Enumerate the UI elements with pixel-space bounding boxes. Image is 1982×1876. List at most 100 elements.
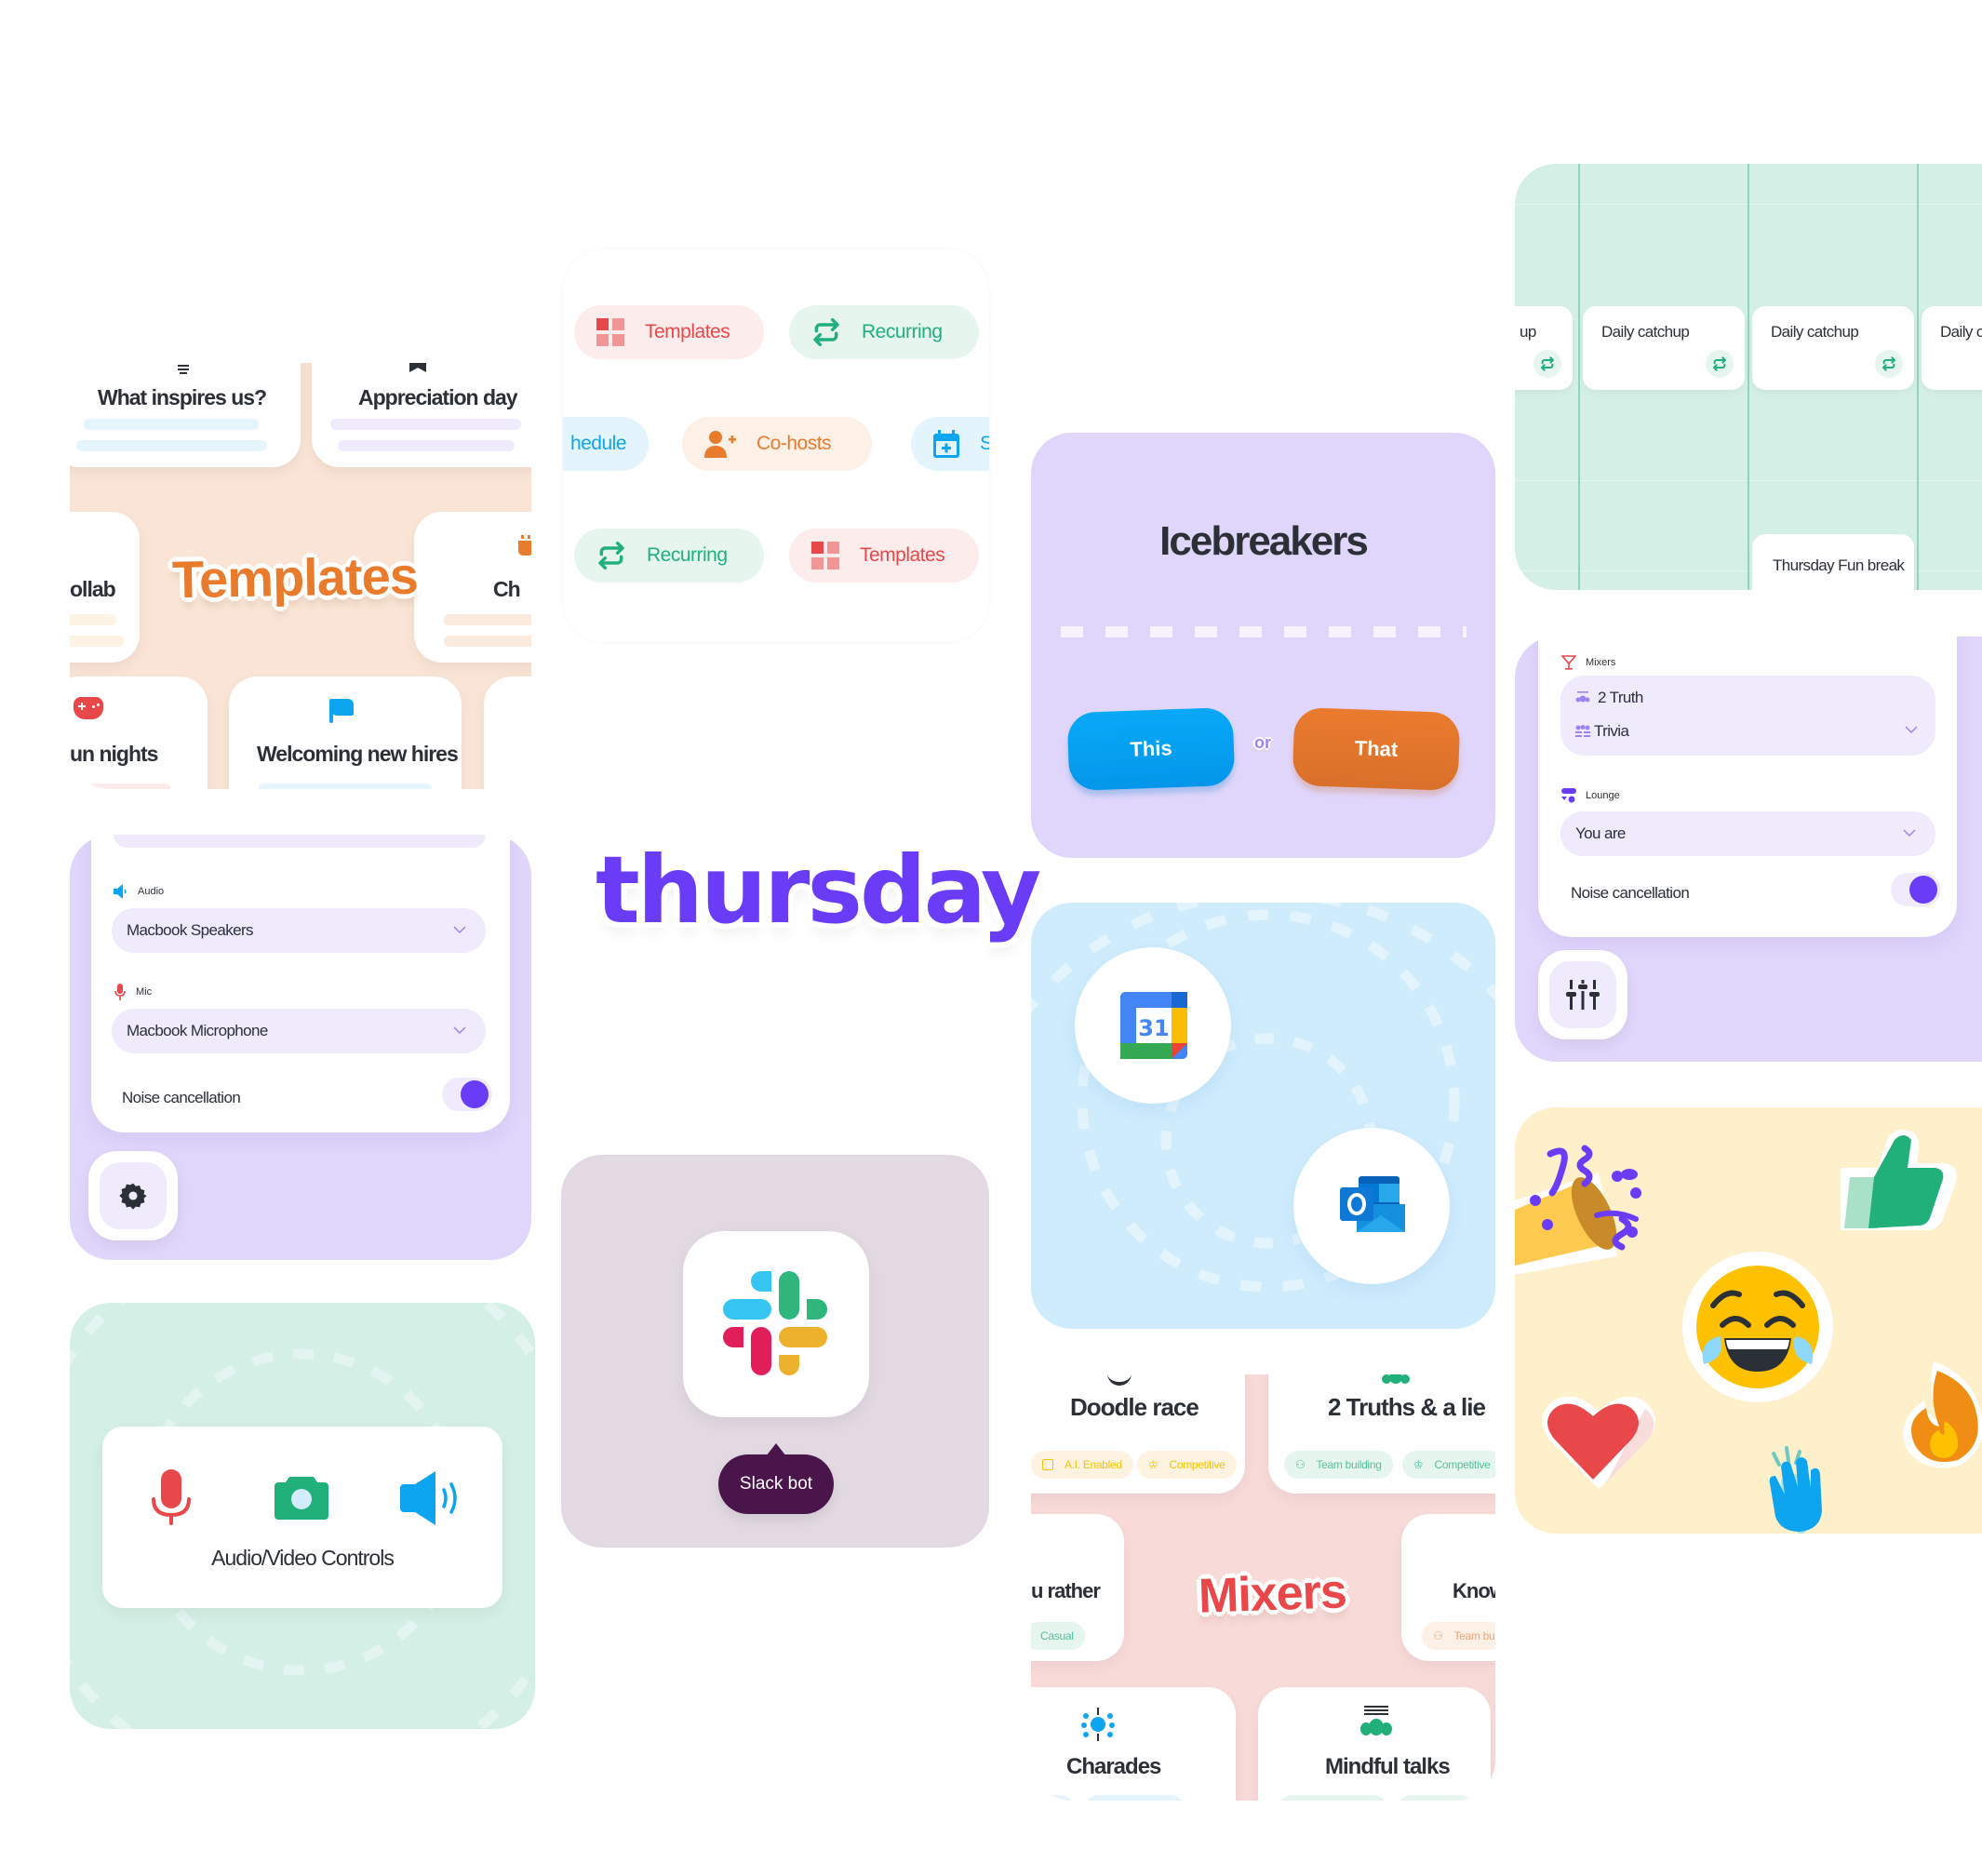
calendar-event[interactable]: up [1515, 306, 1573, 390]
group-icon [1575, 691, 1590, 703]
tile-title: Appreciation day [358, 385, 518, 409]
google-calendar-icon: 31 [1120, 992, 1187, 1059]
gear-icon [119, 1183, 147, 1210]
slack-app-tile[interactable] [683, 1231, 869, 1417]
mic-input-select[interactable]: Macbook Microphone [112, 1009, 486, 1053]
tag: ☕ Casual [1398, 1795, 1475, 1801]
chip-label: Recurring [647, 544, 728, 566]
mic-icon [114, 984, 126, 1000]
icebreakers-card: Icebreakers This or That [1031, 433, 1495, 858]
calendar-event[interactable]: Daily c [1922, 306, 1982, 390]
settings-panel: Audio Macbook Speakers Mic Macbook Micro… [91, 835, 510, 1132]
mixers-select[interactable]: 2 Truth Trivia [1560, 676, 1935, 756]
chip-recurring[interactable]: Recurring [789, 305, 979, 359]
mixer-settings-button[interactable] [1538, 950, 1627, 1039]
calendar-event[interactable]: Daily catchup [1752, 306, 1914, 390]
mixer-tile-doodle-race[interactable]: Doodle race A.I. Enabled ♔ Competitive [1031, 1374, 1245, 1494]
calendar-add-icon [933, 430, 959, 458]
template-tile-welcoming-new-hires[interactable]: Welcoming new hires [229, 677, 462, 789]
team-icon: ⚇ [1295, 1458, 1306, 1471]
audio-output-select[interactable]: Macbook Speakers [112, 908, 486, 953]
chip-label: S [980, 433, 989, 454]
group-icon [1382, 1374, 1410, 1386]
chip-schedule-2[interactable]: S [911, 417, 989, 471]
template-tile-appreciation-day[interactable]: Appreciation day [312, 363, 531, 467]
calendar-week-card: up Daily catchup Daily catchup Daily c T… [1515, 164, 1982, 590]
lounge-settings-card: Mixers 2 Truth Trivia Lounge You are Noi… [1515, 636, 1982, 1062]
option-that-button[interactable]: That [1292, 706, 1461, 792]
chip-label: Templates [860, 544, 945, 566]
speaker-icon[interactable] [400, 1471, 462, 1525]
calendar-event[interactable]: Thursday Fun break [1752, 534, 1914, 590]
device-settings-card: Audio Macbook Speakers Mic Macbook Micro… [70, 835, 531, 1260]
template-tile-what-inspires-us[interactable]: What inspires us? [70, 363, 301, 467]
camera-icon[interactable] [275, 1473, 328, 1520]
template-tile-fun-nights[interactable]: un nights [70, 677, 208, 789]
chip-schedule[interactable]: hedule [563, 417, 649, 471]
party-popper-icon[interactable] [1515, 1135, 1654, 1293]
mixer-tile-know[interactable]: Know ⚇ Team bu [1401, 1514, 1495, 1661]
tag: ⚇ Team bu [1422, 1622, 1495, 1650]
cocktail-icon [1561, 655, 1576, 670]
settings-button[interactable] [88, 1151, 178, 1240]
mic-icon[interactable] [151, 1469, 192, 1527]
tile-title: Mindful talks [1325, 1754, 1451, 1779]
audio-label: Audio [114, 884, 164, 899]
chip-label: Recurring [862, 321, 943, 342]
crown-icon: ♔ [1413, 1458, 1424, 1471]
clapping-hands-icon[interactable] [1757, 1442, 1841, 1534]
google-calendar-button[interactable]: 31 [1075, 947, 1231, 1104]
calendar-event[interactable]: Daily catchup [1583, 306, 1745, 390]
template-tile-collab[interactable]: ollab [70, 512, 140, 663]
day-column-divider [1917, 164, 1919, 590]
tile-title: 2 Truths & a lie [1328, 1393, 1486, 1421]
outlook-button[interactable] [1293, 1128, 1450, 1284]
tile-title: Ch [493, 577, 521, 601]
laughing-tears-icon[interactable] [1682, 1252, 1833, 1402]
mixer-option: Trivia [1594, 722, 1629, 740]
thumbs-up-icon[interactable] [1831, 1126, 1962, 1247]
slack-card: Slack bot [561, 1155, 989, 1548]
trivia-icon [1575, 725, 1590, 737]
heart-icon[interactable] [1533, 1387, 1664, 1498]
tile-title: un nights [70, 742, 158, 766]
mixer-tile-mindful-talks[interactable]: Mindful talks ⚇ Team building ☕ Casual [1258, 1687, 1491, 1801]
select-value: Macbook Speakers [127, 921, 254, 939]
chip-co-hosts[interactable]: Co-hosts [682, 417, 872, 471]
fire-icon[interactable] [1896, 1354, 1982, 1475]
mixer-tile-would-you-rather[interactable]: u rather Casual [1031, 1514, 1124, 1661]
flag-icon [329, 697, 355, 723]
mixer-tile-charades[interactable]: Charades ☺ Fun ♔ Competitive [1031, 1687, 1236, 1801]
lounge-label: Lounge [1561, 788, 1620, 803]
repeat-icon [1541, 356, 1554, 371]
select-value: You are [1575, 824, 1626, 842]
option-this-button[interactable]: This [1066, 706, 1236, 792]
add-user-icon [704, 431, 736, 458]
speaker-icon [114, 884, 127, 899]
noise-cancellation-toggle[interactable] [442, 1078, 492, 1111]
tile-title: Know [1453, 1579, 1495, 1602]
noise-cancellation-label: Noise cancellation [122, 1089, 241, 1106]
mixers-heading: Mixers [1198, 1564, 1347, 1624]
slack-logo-icon [723, 1271, 827, 1375]
day-column-divider [1748, 164, 1749, 590]
mixer-tile-2-truths-a-lie[interactable]: 2 Truths & a lie ⚇ Team building ♔ Compe… [1268, 1374, 1495, 1494]
grid-icon [596, 318, 624, 346]
mic-label: Mic [114, 984, 152, 1000]
chevron-down-icon [1905, 726, 1918, 734]
tile-title: Doodle race [1070, 1393, 1199, 1421]
template-tile-ch[interactable]: Ch [414, 512, 531, 663]
svg-text:31: 31 [1138, 1015, 1169, 1041]
chip-recurring-2[interactable]: Recurring [574, 529, 764, 583]
crown-icon: ♔ [1148, 1458, 1158, 1471]
repeat-icon [1713, 356, 1726, 371]
lounge-select[interactable]: You are [1560, 811, 1935, 856]
outlook-icon [1340, 1176, 1405, 1232]
chip-templates-2[interactable]: Templates [789, 529, 979, 583]
lounge-icon [1561, 788, 1576, 803]
tag: ♔ Competitive [1085, 1795, 1185, 1801]
chip-templates[interactable]: Templates [574, 305, 764, 359]
noise-cancellation-label: Noise cancellation [1571, 884, 1690, 902]
noise-cancellation-toggle[interactable] [1891, 873, 1941, 906]
tag: ♔ Competitive [1402, 1451, 1495, 1479]
